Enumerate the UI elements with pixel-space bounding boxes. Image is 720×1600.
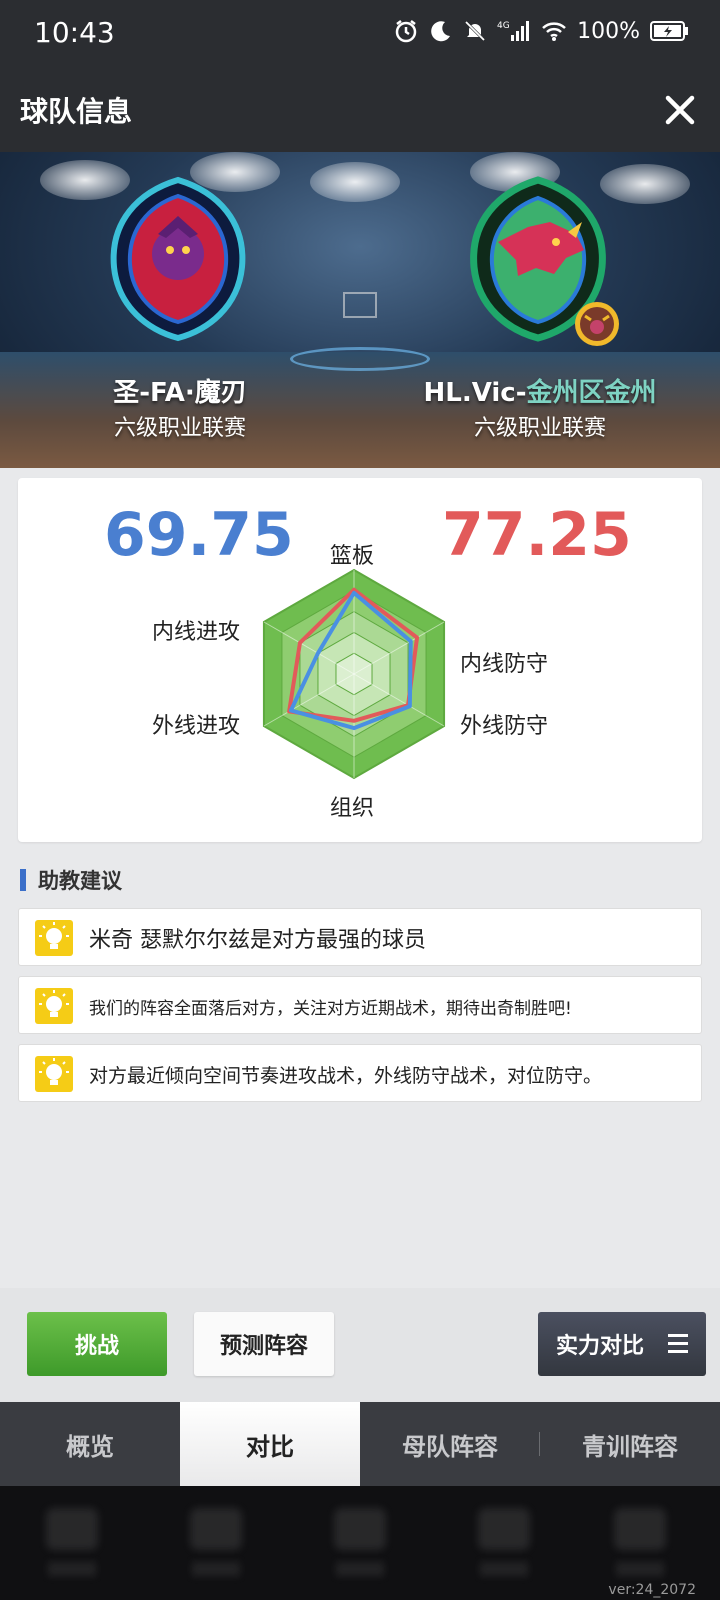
advice-text: 对方最近倾向空间节奏进攻战术，外线防守战术，对位防守。 (89, 1064, 603, 1087)
status-bar: 10:43 4G 100% (0, 0, 720, 68)
menu-icon (668, 1334, 688, 1354)
advice-section-title: 助教建议 (20, 866, 122, 894)
axis-label-inside-offense: 内线进攻 (152, 620, 241, 645)
team-banner: 圣-FA·魔刃 HL.Vic-金州区金州 六级职业联赛 六级职业联赛 (0, 152, 720, 468)
advice-text: 我们的阵容全面落后对方，关注对方近期战术，期待出奇制胜吧! (89, 998, 572, 1019)
tab-parent-roster[interactable]: 母队阵容 (360, 1402, 540, 1486)
right-team-league: 六级职业联赛 (473, 416, 606, 441)
tab-label: 青训阵容 (582, 1432, 678, 1461)
network-label: 4G (497, 21, 510, 31)
nav-icon[interactable] (46, 1508, 98, 1550)
challenge-button[interactable]: 挑战 (27, 1312, 167, 1376)
signal-icon: 4G (497, 19, 531, 43)
lightbulb-icon (35, 1056, 73, 1092)
axis-label-perimeter-offense: 外线进攻 (152, 714, 241, 739)
section-accent-bar (20, 869, 26, 891)
axis-label-perimeter-defense: 外线防守 (460, 714, 549, 739)
wifi-icon (541, 20, 567, 42)
radar-chart (262, 568, 446, 780)
mute-icon (463, 19, 487, 43)
right-team-name: HL.Vic-金州区金州 (360, 372, 720, 409)
nav-icon[interactable] (614, 1508, 666, 1550)
nav-icon[interactable] (190, 1508, 242, 1550)
page-title: 球队信息 (20, 95, 133, 128)
strength-compare-button[interactable]: 实力对比 (538, 1312, 706, 1376)
nav-icon[interactable] (334, 1508, 386, 1550)
axis-label-inside-defense: 内线防守 (460, 652, 549, 677)
action-bar: 挑战 预测阵容 实力对比 (0, 1288, 720, 1402)
right-team-name-prefix: HL.Vic- (423, 378, 527, 408)
tab-overview[interactable]: 概览 (0, 1402, 180, 1486)
comparison-card: 69.75 77.25 篮板 内线防守 外线防守 组织 外线进攻 内线进攻 (18, 478, 702, 842)
advice-item: 我们的阵容全面落后对方，关注对方近期战术，期待出奇制胜吧! (18, 976, 702, 1034)
strength-compare-label: 实力对比 (556, 1334, 645, 1359)
lightbulb-icon (35, 988, 73, 1024)
right-team-name-suffix: 金州区金州 (526, 378, 657, 408)
tab-label: 母队阵容 (402, 1432, 498, 1461)
left-team-logo[interactable] (98, 172, 258, 342)
version-label: ver:24_2072 (608, 1582, 696, 1598)
alarm-icon (393, 18, 419, 44)
nav-icon[interactable] (478, 1508, 530, 1550)
advice-title: 助教建议 (38, 869, 122, 893)
lightbulb-icon (35, 920, 73, 956)
tab-bar: 概览 对比 母队阵容 青训阵容 (0, 1402, 720, 1486)
predict-lineup-button[interactable]: 预测阵容 (194, 1312, 334, 1376)
battery-percent: 100% (577, 18, 640, 44)
left-team-name: 圣-FA·魔刃 (113, 378, 247, 408)
tab-compare[interactable]: 对比 (180, 1402, 360, 1486)
title-bar: 球队信息 (0, 68, 720, 152)
battery-icon (650, 20, 690, 42)
tab-label: 对比 (246, 1432, 294, 1461)
tab-label: 概览 (66, 1432, 114, 1461)
court-circle (290, 347, 430, 371)
advice-item: 米奇 瑟默尔尔兹是对方最强的球员 (18, 908, 702, 966)
tab-youth-roster[interactable]: 青训阵容 (540, 1402, 720, 1486)
moon-icon (429, 19, 453, 43)
advice-item: 对方最近倾向空间节奏进攻战术，外线防守战术，对位防守。 (18, 1044, 702, 1102)
left-team-league: 六级职业联赛 (113, 416, 246, 441)
basketball-hoop (343, 292, 377, 318)
close-button[interactable] (662, 92, 698, 128)
axis-label-playmaking: 组织 (330, 796, 375, 821)
bull-badge-icon (573, 300, 621, 348)
status-icons: 4G 100% (393, 18, 690, 44)
status-time: 10:43 (34, 16, 115, 49)
close-icon (665, 95, 695, 125)
advice-text: 米奇 瑟默尔尔兹是对方最强的球员 (89, 928, 426, 953)
axis-label-rebound: 篮板 (330, 544, 375, 569)
